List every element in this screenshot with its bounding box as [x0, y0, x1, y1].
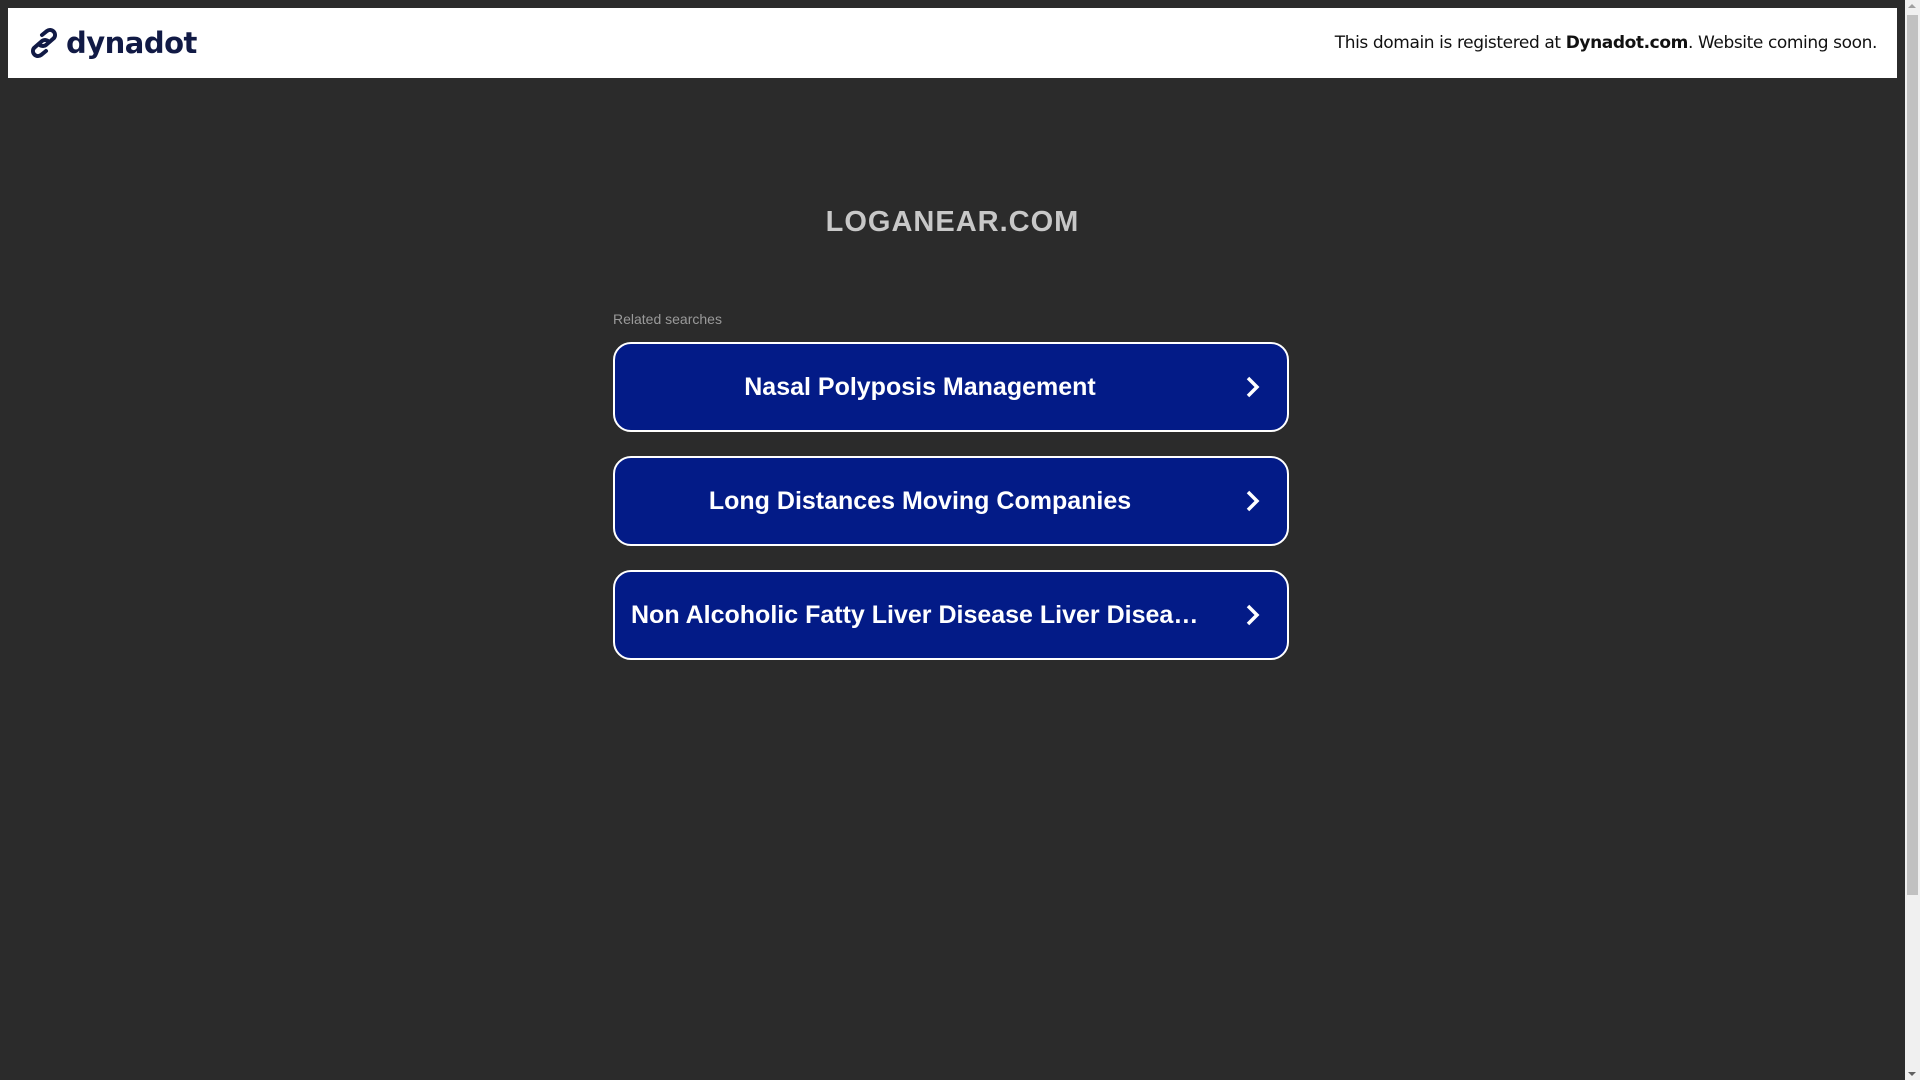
related-search-link[interactable]: Long Distances Moving Companies [613, 456, 1289, 546]
logo-text: dynadot [66, 26, 197, 60]
top-banner: dynadot This domain is registered at Dyn… [8, 8, 1897, 78]
scrollbar-thumb[interactable] [1907, 15, 1918, 895]
scrollbar[interactable] [1905, 0, 1920, 1080]
domain-title: LOGANEAR.COM [825, 206, 1080, 238]
chain-link-icon [31, 28, 57, 58]
scroll-down-arrow-icon[interactable] [1908, 1072, 1916, 1076]
registration-notice: This domain is registered at Dynadot.com… [1334, 33, 1878, 53]
dynadot-link[interactable]: Dynadot.com [1566, 33, 1689, 53]
scroll-up-arrow-icon[interactable] [1908, 4, 1916, 8]
link-label: Nasal Polyposis Management [744, 372, 1096, 401]
chevron-right-icon [1217, 375, 1287, 399]
related-searches-label: Related searches [613, 311, 722, 327]
related-search-link[interactable]: Non Alcoholic Fatty Liver Disease Liver … [613, 570, 1289, 660]
dynadot-logo[interactable]: dynadot [28, 26, 197, 60]
link-label: Non Alcoholic Fatty Liver Disease Liver … [631, 600, 1217, 629]
notice-prefix: This domain is registered at [1334, 33, 1566, 53]
link-label: Long Distances Moving Companies [708, 486, 1132, 515]
chevron-right-icon [1217, 603, 1287, 627]
chevron-right-icon [1217, 489, 1287, 513]
related-search-link[interactable]: Nasal Polyposis Management [613, 342, 1289, 432]
notice-suffix: . Website coming soon. [1687, 33, 1877, 53]
